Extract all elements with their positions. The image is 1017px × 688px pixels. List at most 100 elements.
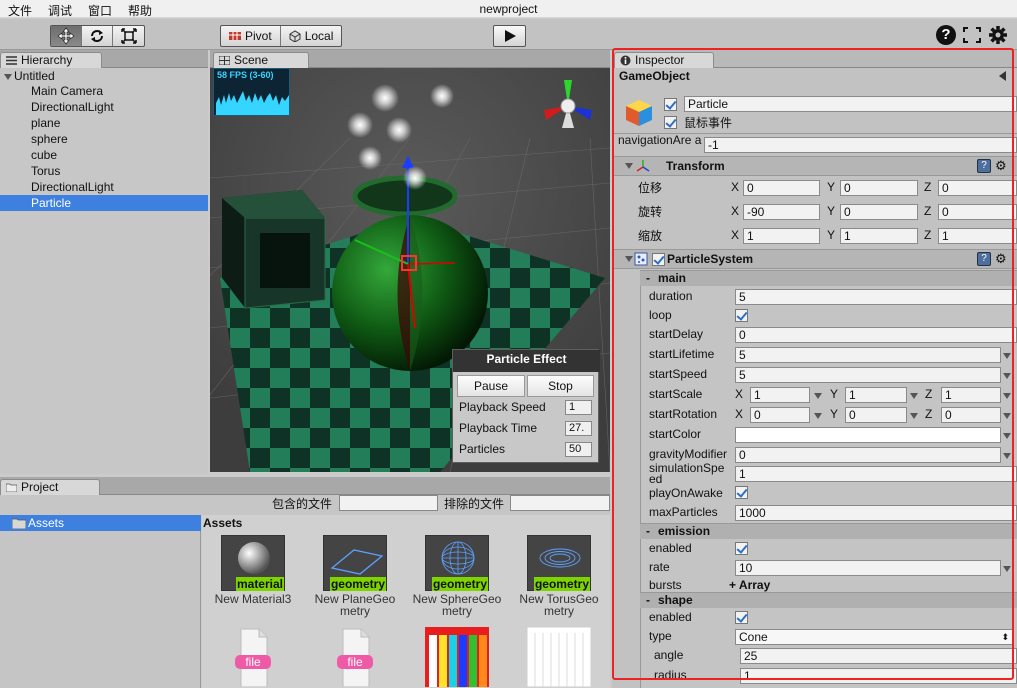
collapse-minus-icon[interactable]: - <box>646 271 650 285</box>
shape-type-select[interactable]: Cone ⬍ <box>735 629 1013 645</box>
tab-project[interactable]: Project <box>0 479 100 496</box>
dropdown-arrow-icon[interactable] <box>1003 353 1011 359</box>
max-particles-input[interactable]: 1000 <box>735 505 1017 521</box>
expand-arrow-icon[interactable] <box>625 256 633 262</box>
dropdown-arrow-icon[interactable] <box>814 413 822 419</box>
bursts-add-array-button[interactable]: + Array <box>729 578 770 592</box>
loop-checkbox[interactable] <box>735 309 748 322</box>
start-scale-y-input[interactable]: 1 <box>845 387 907 403</box>
rotation-y-input[interactable]: 0 <box>840 204 918 220</box>
position-y-input[interactable]: 0 <box>840 180 918 196</box>
settings-gear-icon[interactable] <box>988 25 1008 45</box>
asset-sphere-geometry[interactable]: geometry New SphereGeo metry <box>407 535 507 617</box>
hierarchy-item-torus[interactable]: Torus <box>0 163 208 179</box>
emission-enabled-checkbox[interactable] <box>735 542 748 555</box>
dropdown-arrow-icon[interactable] <box>1003 413 1011 419</box>
hierarchy-item-directional-light[interactable]: DirectionalLight <box>0 99 208 115</box>
fullscreen-icon[interactable] <box>962 25 982 45</box>
dropdown-arrow-icon[interactable] <box>814 393 822 399</box>
simulation-speed-input[interactable]: 1 <box>735 466 1017 482</box>
pause-button[interactable]: Pause <box>457 375 525 397</box>
start-rotation-x-input[interactable]: 0 <box>750 407 810 423</box>
dropdown-arrow-icon[interactable] <box>1003 453 1011 459</box>
help-book-icon[interactable]: ? <box>977 252 991 266</box>
rate-input[interactable]: 10 <box>735 560 1001 576</box>
expand-arrow-icon[interactable] <box>4 74 12 80</box>
play-on-awake-checkbox[interactable] <box>735 486 748 499</box>
dropdown-arrow-icon[interactable] <box>910 413 918 419</box>
hierarchy-item-directional-light-2[interactable]: DirectionalLight <box>0 179 208 195</box>
gravity-modifier-input[interactable]: 0 <box>735 447 1001 463</box>
hierarchy-item-cube[interactable]: cube <box>0 147 208 163</box>
scale-tool-button[interactable] <box>113 26 144 46</box>
rotation-z-input[interactable]: 0 <box>938 204 1017 220</box>
start-rotation-z-input[interactable]: 0 <box>941 407 1001 423</box>
particle-system-header[interactable]: ParticleSystem ? ⚙ <box>612 249 1017 269</box>
active-checkbox[interactable] <box>664 98 677 111</box>
start-scale-z-input[interactable]: 1 <box>941 387 1001 403</box>
asset-texture-1[interactable] <box>407 627 507 688</box>
start-rotation-y-input[interactable]: 0 <box>845 407 907 423</box>
collapse-minus-icon[interactable]: - <box>646 593 650 607</box>
exclude-files-input[interactable] <box>510 495 610 511</box>
asset-material[interactable]: material New Material3 <box>203 535 303 605</box>
help-icon[interactable]: ? <box>936 25 956 45</box>
navigation-area-input[interactable]: -1 <box>704 137 1017 153</box>
mouse-event-checkbox[interactable] <box>664 116 677 129</box>
radius-input[interactable]: 1 <box>740 668 1017 684</box>
hierarchy-item-particle[interactable]: Particle <box>0 195 208 211</box>
scale-x-input[interactable]: 1 <box>743 228 820 244</box>
include-files-input[interactable] <box>339 495 438 511</box>
pivot-button[interactable]: Pivot <box>221 26 281 46</box>
duration-input[interactable]: 5 <box>735 289 1017 305</box>
emission-section-header[interactable]: - emission <box>640 523 1017 539</box>
move-tool-button[interactable] <box>51 26 82 46</box>
dropdown-arrow-icon[interactable] <box>1003 373 1011 379</box>
hierarchy-item-plane[interactable]: plane <box>0 115 208 131</box>
shape-enabled-checkbox[interactable] <box>735 611 748 624</box>
project-tree-assets[interactable]: Assets <box>0 515 201 531</box>
scale-y-input[interactable]: 1 <box>840 228 918 244</box>
collapse-arrow-icon[interactable] <box>999 71 1006 81</box>
main-section-header[interactable]: - main <box>640 270 1017 286</box>
start-color-swatch[interactable] <box>735 427 1001 443</box>
tab-scene[interactable]: Scene <box>213 52 309 69</box>
angle-input[interactable]: 25 <box>740 648 1017 664</box>
help-book-icon[interactable]: ? <box>977 159 991 173</box>
tab-hierarchy[interactable]: Hierarchy <box>0 52 102 69</box>
particles-value[interactable]: 50 <box>565 442 592 457</box>
start-speed-input[interactable]: 5 <box>735 367 1001 383</box>
asset-file-1[interactable]: file <box>203 627 303 688</box>
start-delay-input[interactable]: 0 <box>735 327 1017 343</box>
hierarchy-item-main-camera[interactable]: Main Camera <box>0 83 208 99</box>
object-name-input[interactable]: Particle <box>684 96 1017 112</box>
hierarchy-root[interactable]: Untitled <box>0 68 208 84</box>
playback-time-value[interactable]: 27. <box>565 421 592 436</box>
particle-system-enabled-checkbox[interactable] <box>652 253 665 266</box>
expand-arrow-icon[interactable] <box>625 163 633 169</box>
position-x-input[interactable]: 0 <box>743 180 820 196</box>
rotation-x-input[interactable]: -90 <box>743 204 820 220</box>
play-button[interactable] <box>493 25 526 47</box>
local-button[interactable]: Local <box>281 26 342 46</box>
asset-plane-geometry[interactable]: geometry New PlaneGeo metry <box>305 535 405 617</box>
rotate-tool-button[interactable] <box>82 26 113 46</box>
transform-header[interactable]: Transform ? ⚙ <box>612 156 1017 176</box>
start-lifetime-input[interactable]: 5 <box>735 347 1001 363</box>
start-scale-x-input[interactable]: 1 <box>750 387 810 403</box>
playback-speed-value[interactable]: 1 <box>565 400 592 415</box>
dropdown-arrow-icon[interactable] <box>1003 393 1011 399</box>
asset-file-2[interactable]: file <box>305 627 405 688</box>
stop-button[interactable]: Stop <box>527 375 594 397</box>
position-z-input[interactable]: 0 <box>938 180 1017 196</box>
asset-torus-geometry[interactable]: geometry New TorusGeo metry <box>509 535 609 617</box>
dropdown-arrow-icon[interactable] <box>910 393 918 399</box>
hierarchy-item-sphere[interactable]: sphere <box>0 131 208 147</box>
shape-section-header[interactable]: - shape <box>640 592 1017 608</box>
collapse-minus-icon[interactable]: - <box>646 524 650 538</box>
dropdown-arrow-icon[interactable] <box>1003 566 1011 572</box>
asset-texture-2[interactable] <box>509 626 609 688</box>
dropdown-arrow-icon[interactable] <box>1003 433 1011 439</box>
scale-z-input[interactable]: 1 <box>938 228 1017 244</box>
component-settings-icon[interactable]: ⚙ <box>995 158 1007 174</box>
